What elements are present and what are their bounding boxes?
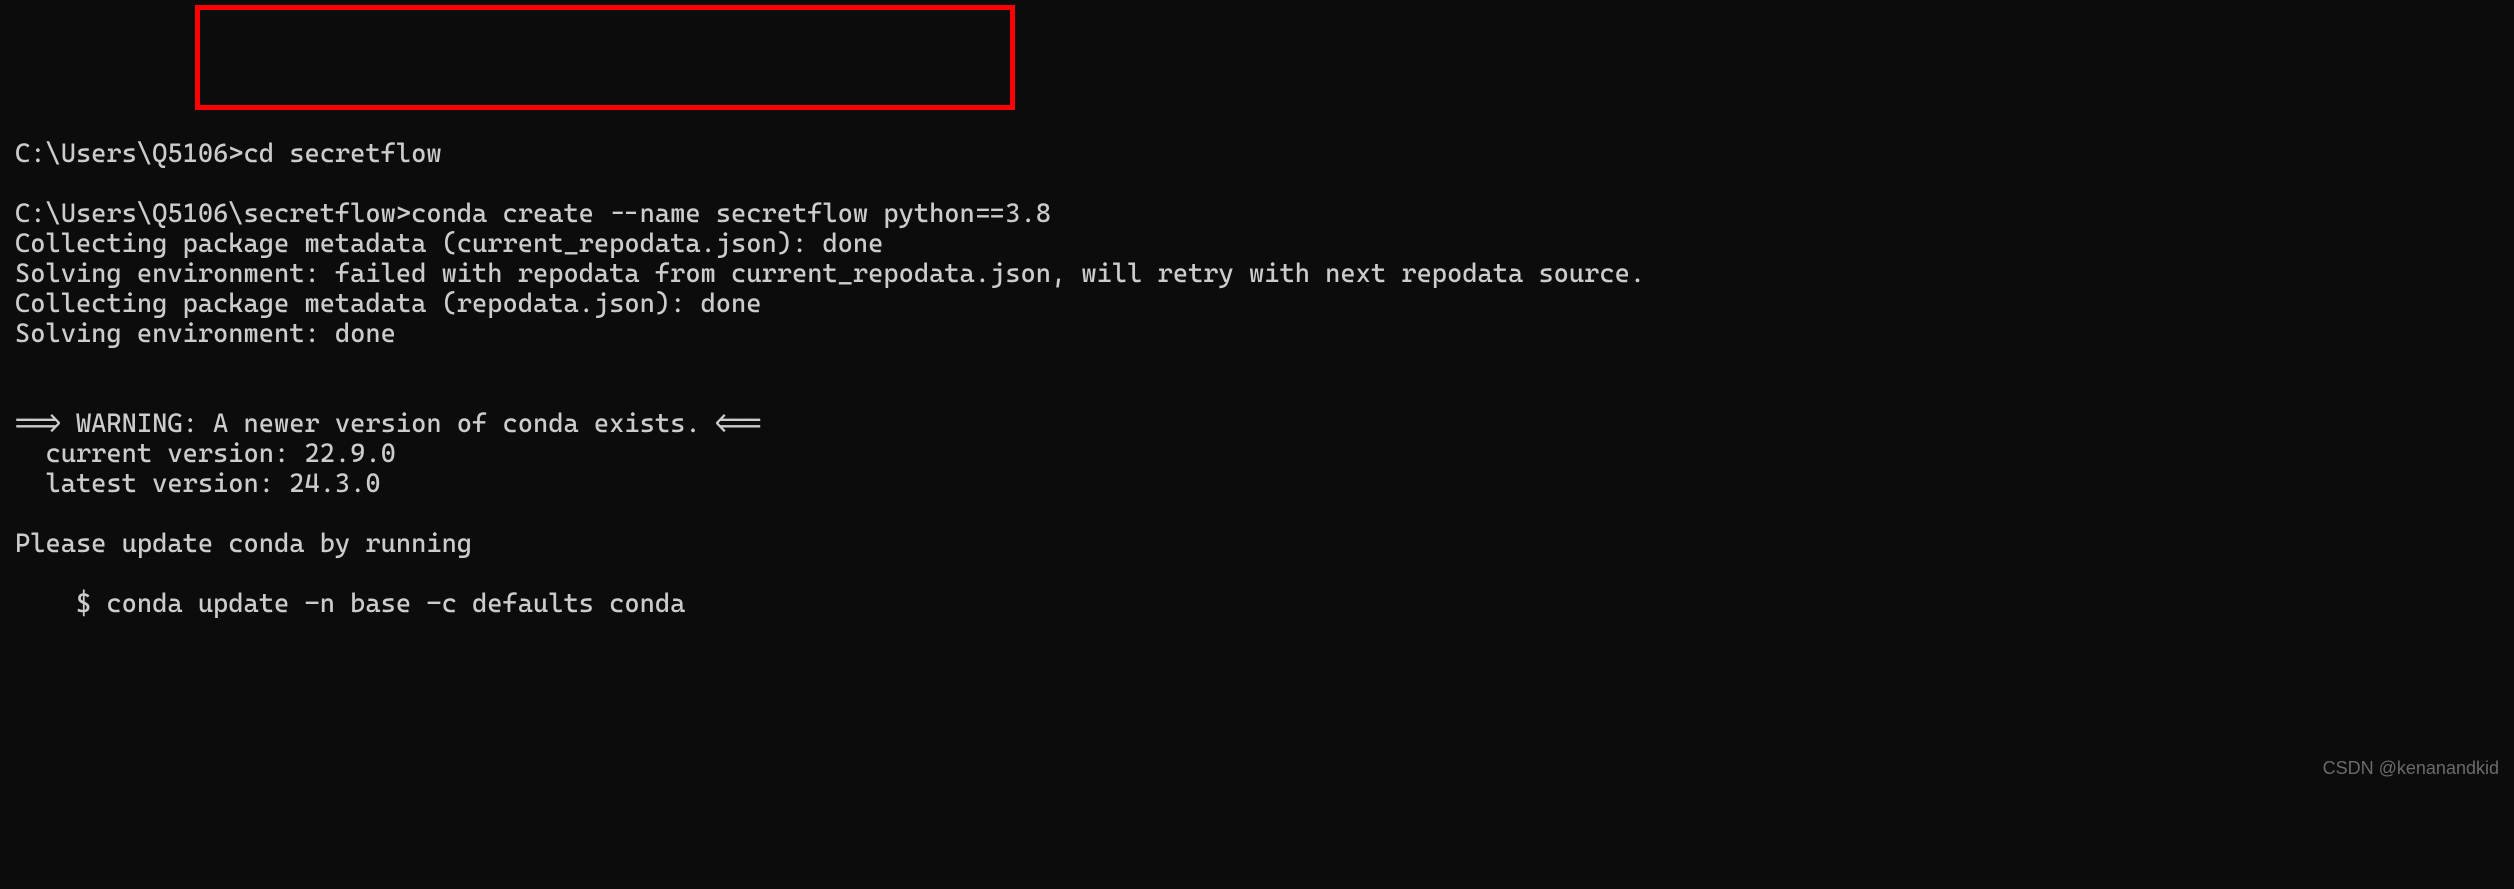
terminal-line-update-cmd: $ conda update -n base -c defaults conda (15, 590, 2499, 620)
terminal-line-output: Solving environment: done (15, 320, 2499, 350)
terminal-line-version-latest: latest version: 24.3.0 (15, 470, 2499, 500)
terminal-line-output: Collecting package metadata (repodata.js… (15, 290, 2499, 320)
terminal-line-blank (15, 500, 2499, 530)
annotation-highlight-box (195, 5, 1015, 110)
terminal-line-prompt: C:\Users\Q5106>cd secretflow (15, 140, 2499, 170)
terminal-line-blank (15, 170, 2499, 200)
watermark-text: CSDN @kenanandkid (2323, 758, 2499, 779)
terminal-line-version-current: current version: 22.9.0 (15, 440, 2499, 470)
terminal-line-warning: ==> WARNING: A newer version of conda ex… (15, 410, 2499, 440)
terminal-line-blank (15, 560, 2499, 590)
terminal-line-prompt: C:\Users\Q5106\secretflow>conda create -… (15, 200, 2499, 230)
terminal-line-blank (15, 350, 2499, 380)
terminal-line-blank (15, 380, 2499, 410)
terminal-line-output: Collecting package metadata (current_rep… (15, 230, 2499, 260)
terminal-output[interactable]: C:\Users\Q5106>cd secretflow C:\Users\Q51… (15, 140, 2499, 620)
terminal-line-update-msg: Please update conda by running (15, 530, 2499, 560)
terminal-line-output: Solving environment: failed with repodat… (15, 260, 2499, 290)
